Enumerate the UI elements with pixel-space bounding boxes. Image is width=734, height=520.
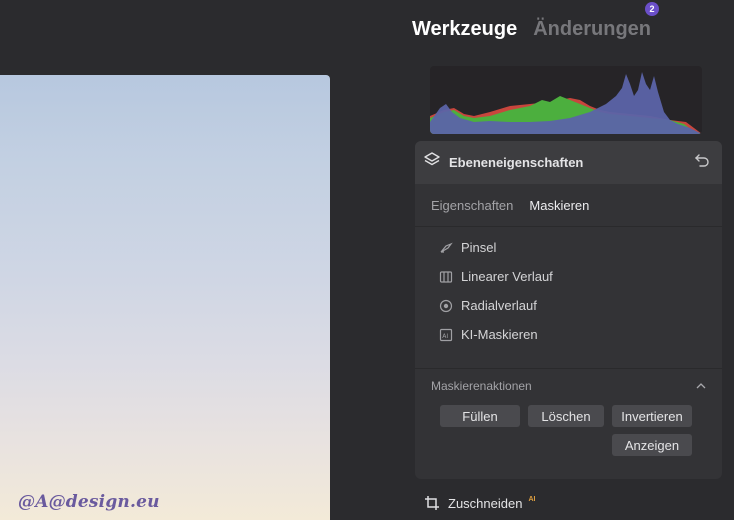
tab-properties[interactable]: Eigenschaften: [431, 198, 513, 213]
tab-changes[interactable]: Änderungen 2: [533, 2, 660, 41]
layer-properties-card: Ebeneneigenschaften Eigenschaften Maskie…: [415, 141, 722, 479]
invert-button[interactable]: Invertieren: [612, 405, 692, 427]
ai-mask-icon: AI: [439, 328, 453, 341]
changes-badge: 2: [645, 2, 660, 16]
watermark: @A@design.eu: [18, 492, 160, 512]
fill-button[interactable]: Füllen: [440, 405, 520, 427]
histogram: [430, 66, 702, 134]
right-panel: Werkzeuge Änderungen 2 Ebeneneigenschaft…: [398, 0, 734, 520]
linear-gradient-icon: [439, 270, 453, 283]
tool-linear-gradient[interactable]: Linearer Verlauf: [439, 262, 722, 291]
mask-actions-header[interactable]: Maskierenaktionen: [415, 369, 722, 403]
tab-masking[interactable]: Maskieren: [529, 198, 589, 213]
ai-badge: AI: [528, 495, 536, 503]
tool-ai-mask-label: KI-Maskieren: [461, 327, 538, 342]
tool-brush-label: Pinsel: [461, 240, 497, 255]
chevron-up-icon[interactable]: [696, 379, 706, 393]
tool-radial-gradient-label: Radialverlauf: [461, 298, 537, 313]
tool-linear-gradient-label: Linearer Verlauf: [461, 269, 553, 284]
canvas-area: @A@design.eu: [0, 0, 398, 520]
tab-tools[interactable]: Werkzeuge: [412, 18, 517, 41]
crop-icon: [425, 496, 439, 510]
undo-icon[interactable]: [694, 152, 710, 173]
brush-icon: [440, 242, 453, 253]
tool-brush[interactable]: Pinsel: [439, 233, 722, 262]
delete-button[interactable]: Löschen: [528, 405, 604, 427]
tab-changes-label: Änderungen: [533, 18, 652, 40]
layer-properties-title: Ebeneneigenschaften: [449, 155, 584, 170]
show-button[interactable]: Anzeigen: [612, 434, 692, 456]
layers-icon: [423, 151, 441, 174]
mask-actions-label: Maskierenaktionen: [431, 379, 532, 393]
layer-header: Ebeneneigenschaften: [415, 141, 722, 184]
tool-radial-gradient[interactable]: Radialverlauf: [439, 291, 722, 320]
panel-tabs: Werkzeuge Änderungen 2: [412, 2, 660, 41]
crop-tool[interactable]: Zuschneiden AI: [424, 495, 535, 511]
layer-subtabs: Eigenschaften Maskieren: [415, 184, 722, 227]
crop-label: Zuschneiden: [448, 495, 523, 511]
radial-gradient-icon: [439, 299, 453, 312]
tool-ai-mask[interactable]: AI KI-Maskieren: [439, 320, 722, 349]
svg-text:AI: AI: [442, 333, 448, 340]
image-preview[interactable]: [0, 75, 330, 520]
masking-tools: Pinsel Linearer Verlauf Radialverlauf AI…: [415, 227, 722, 369]
